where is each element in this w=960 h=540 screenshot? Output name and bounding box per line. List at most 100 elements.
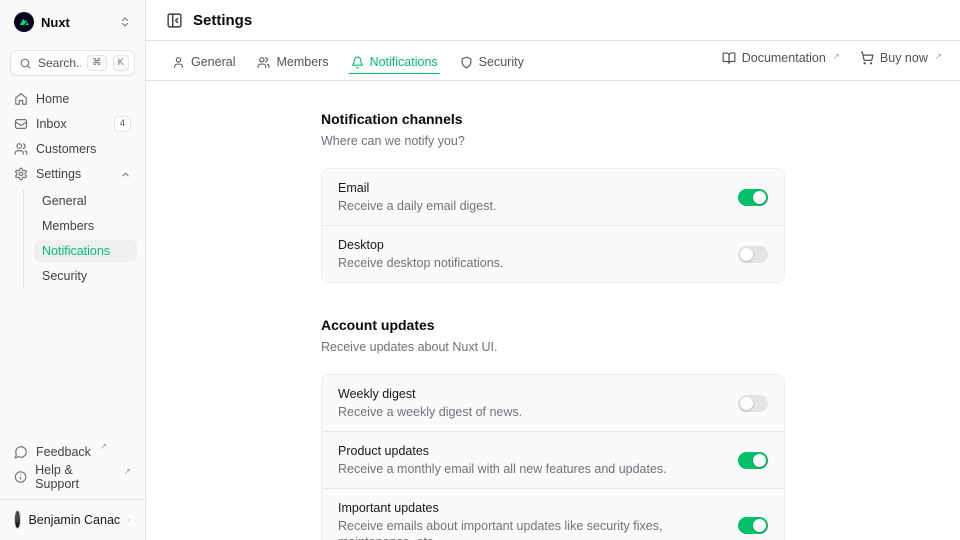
sidebar-item-label: Inbox [36, 117, 106, 131]
important-updates-toggle[interactable] [738, 517, 768, 534]
tab-security[interactable]: Security [458, 47, 526, 74]
kbd-cmd: ⌘ [87, 55, 107, 71]
team-name: Nuxt [41, 15, 112, 30]
search-icon [19, 57, 32, 70]
page-header: Settings [146, 0, 960, 41]
toolbar-button-label: Documentation [742, 51, 826, 65]
user-icon [172, 56, 185, 69]
sidebar-item-label: Security [42, 269, 87, 283]
setting-label: Desktop [338, 237, 722, 253]
sidebar-item-inbox[interactable]: Inbox 4 [8, 113, 137, 135]
setting-description: Receive emails about important updates l… [338, 518, 722, 540]
kbd-k: K [113, 55, 129, 71]
sidebar-item-customers[interactable]: Customers [8, 138, 137, 160]
sidebar-item-settings[interactable]: Settings [8, 163, 137, 185]
chat-bubble-icon [14, 445, 28, 459]
search-field[interactable] [38, 56, 81, 70]
sidebar-item-label: Home [36, 92, 69, 106]
chevrons-up-down-icon [119, 16, 131, 28]
toolbar-button-label: Buy now [880, 51, 928, 65]
gear-icon [14, 167, 28, 181]
sidebar-item-label: Customers [36, 142, 96, 156]
external-link-icon: ↗ [935, 51, 942, 61]
tab-label: Security [479, 55, 524, 69]
section-account-updates: Account updates Receive updates about Nu… [321, 316, 785, 540]
email-toggle[interactable] [738, 189, 768, 206]
sidebar: Nuxt ⌘ K Home Inbox 4 Customers Settings [0, 0, 146, 540]
cart-icon [860, 51, 874, 65]
collapse-sidebar-icon[interactable] [166, 12, 183, 29]
tab-label: Members [276, 55, 328, 69]
external-link-icon: ↗ [833, 51, 840, 61]
setting-label: Weekly digest [338, 386, 722, 402]
setting-row-desktop: Desktop Receive desktop notifications. [322, 225, 784, 282]
external-link-icon: ↗ [124, 466, 131, 476]
book-icon [722, 51, 736, 65]
setting-label: Email [338, 180, 722, 196]
sidebar-item-general[interactable]: General [34, 190, 137, 212]
section-notification-channels: Notification channels Where can we notif… [321, 110, 785, 283]
setting-description: Receive a weekly digest of news. [338, 404, 722, 420]
desktop-toggle[interactable] [738, 246, 768, 263]
tab-general[interactable]: General [170, 47, 237, 74]
inbox-badge: 4 [114, 116, 131, 132]
user-menu[interactable]: Benjamin Canac [8, 507, 137, 532]
tab-label: Notifications [370, 55, 438, 69]
section-title: Notification channels [321, 110, 785, 128]
footer-link-label: Feedback [36, 445, 91, 459]
product-updates-toggle[interactable] [738, 452, 768, 469]
user-name: Benjamin Canac [28, 513, 120, 527]
external-link-icon: ↗ [100, 441, 107, 451]
shield-icon [460, 56, 473, 69]
sidebar-item-notifications[interactable]: Notifications [34, 240, 137, 262]
inbox-icon [14, 117, 28, 131]
setting-label: Product updates [338, 443, 722, 459]
section-title: Account updates [321, 316, 785, 334]
sidebar-item-members[interactable]: Members [34, 215, 137, 237]
sidebar-item-home[interactable]: Home [8, 88, 137, 110]
section-subtitle: Where can we notify you? [321, 133, 785, 149]
sidebar-item-label: Members [42, 219, 94, 233]
setting-description: Receive a daily email digest. [338, 198, 722, 214]
sidebar-item-security[interactable]: Security [34, 265, 137, 287]
help-support-link[interactable]: Help & Support ↗ [8, 466, 137, 488]
settings-card: Email Receive a daily email digest. Desk… [321, 168, 785, 283]
documentation-button[interactable]: Documentation ↗ [714, 47, 848, 69]
feedback-link[interactable]: Feedback ↗ [8, 441, 137, 463]
tab-label: General [191, 55, 235, 69]
setting-description: Receive a monthly email with all new fea… [338, 461, 722, 477]
setting-description: Receive desktop notifications. [338, 255, 722, 271]
tab-members[interactable]: Members [255, 47, 330, 74]
toolbar: General Members Notifications Security D… [146, 41, 960, 81]
chevron-up-icon [120, 169, 131, 180]
search-input[interactable]: ⌘ K [10, 50, 135, 76]
team-switcher[interactable]: Nuxt [8, 8, 137, 36]
users-icon [257, 56, 270, 69]
tabs: General Members Notifications Security [170, 47, 526, 80]
nuxt-logo-icon [14, 12, 34, 32]
home-icon [14, 92, 28, 106]
main-panel: Settings General Members Notifications S… [146, 0, 960, 540]
setting-label: Important updates [338, 500, 722, 516]
chevrons-up-down-icon [127, 514, 131, 526]
bell-icon [351, 56, 364, 69]
section-subtitle: Receive updates about Nuxt UI. [321, 339, 785, 355]
setting-row-email: Email Receive a daily email digest. [322, 169, 784, 225]
sidebar-item-label: Notifications [42, 244, 110, 258]
sidebar-footer: Feedback ↗ Help & Support ↗ Benjamin Can… [8, 441, 137, 532]
settings-subnav: General Members Notifications Security [23, 190, 137, 287]
tab-notifications[interactable]: Notifications [349, 47, 440, 74]
weekly-digest-toggle[interactable] [738, 395, 768, 412]
settings-content: Notification channels Where can we notif… [146, 81, 960, 540]
setting-row-important-updates: Important updates Receive emails about i… [322, 488, 784, 540]
info-circle-icon [14, 470, 27, 484]
page-title: Settings [193, 12, 252, 29]
setting-row-weekly-digest: Weekly digest Receive a weekly digest of… [322, 375, 784, 431]
sidebar-item-label: Settings [36, 167, 112, 181]
footer-link-label: Help & Support [35, 463, 115, 491]
buy-now-button[interactable]: Buy now ↗ [852, 47, 950, 69]
sidebar-item-label: General [42, 194, 86, 208]
settings-card: Weekly digest Receive a weekly digest of… [321, 374, 785, 540]
sidebar-nav: Home Inbox 4 Customers Settings General … [8, 88, 137, 287]
avatar [14, 510, 21, 529]
